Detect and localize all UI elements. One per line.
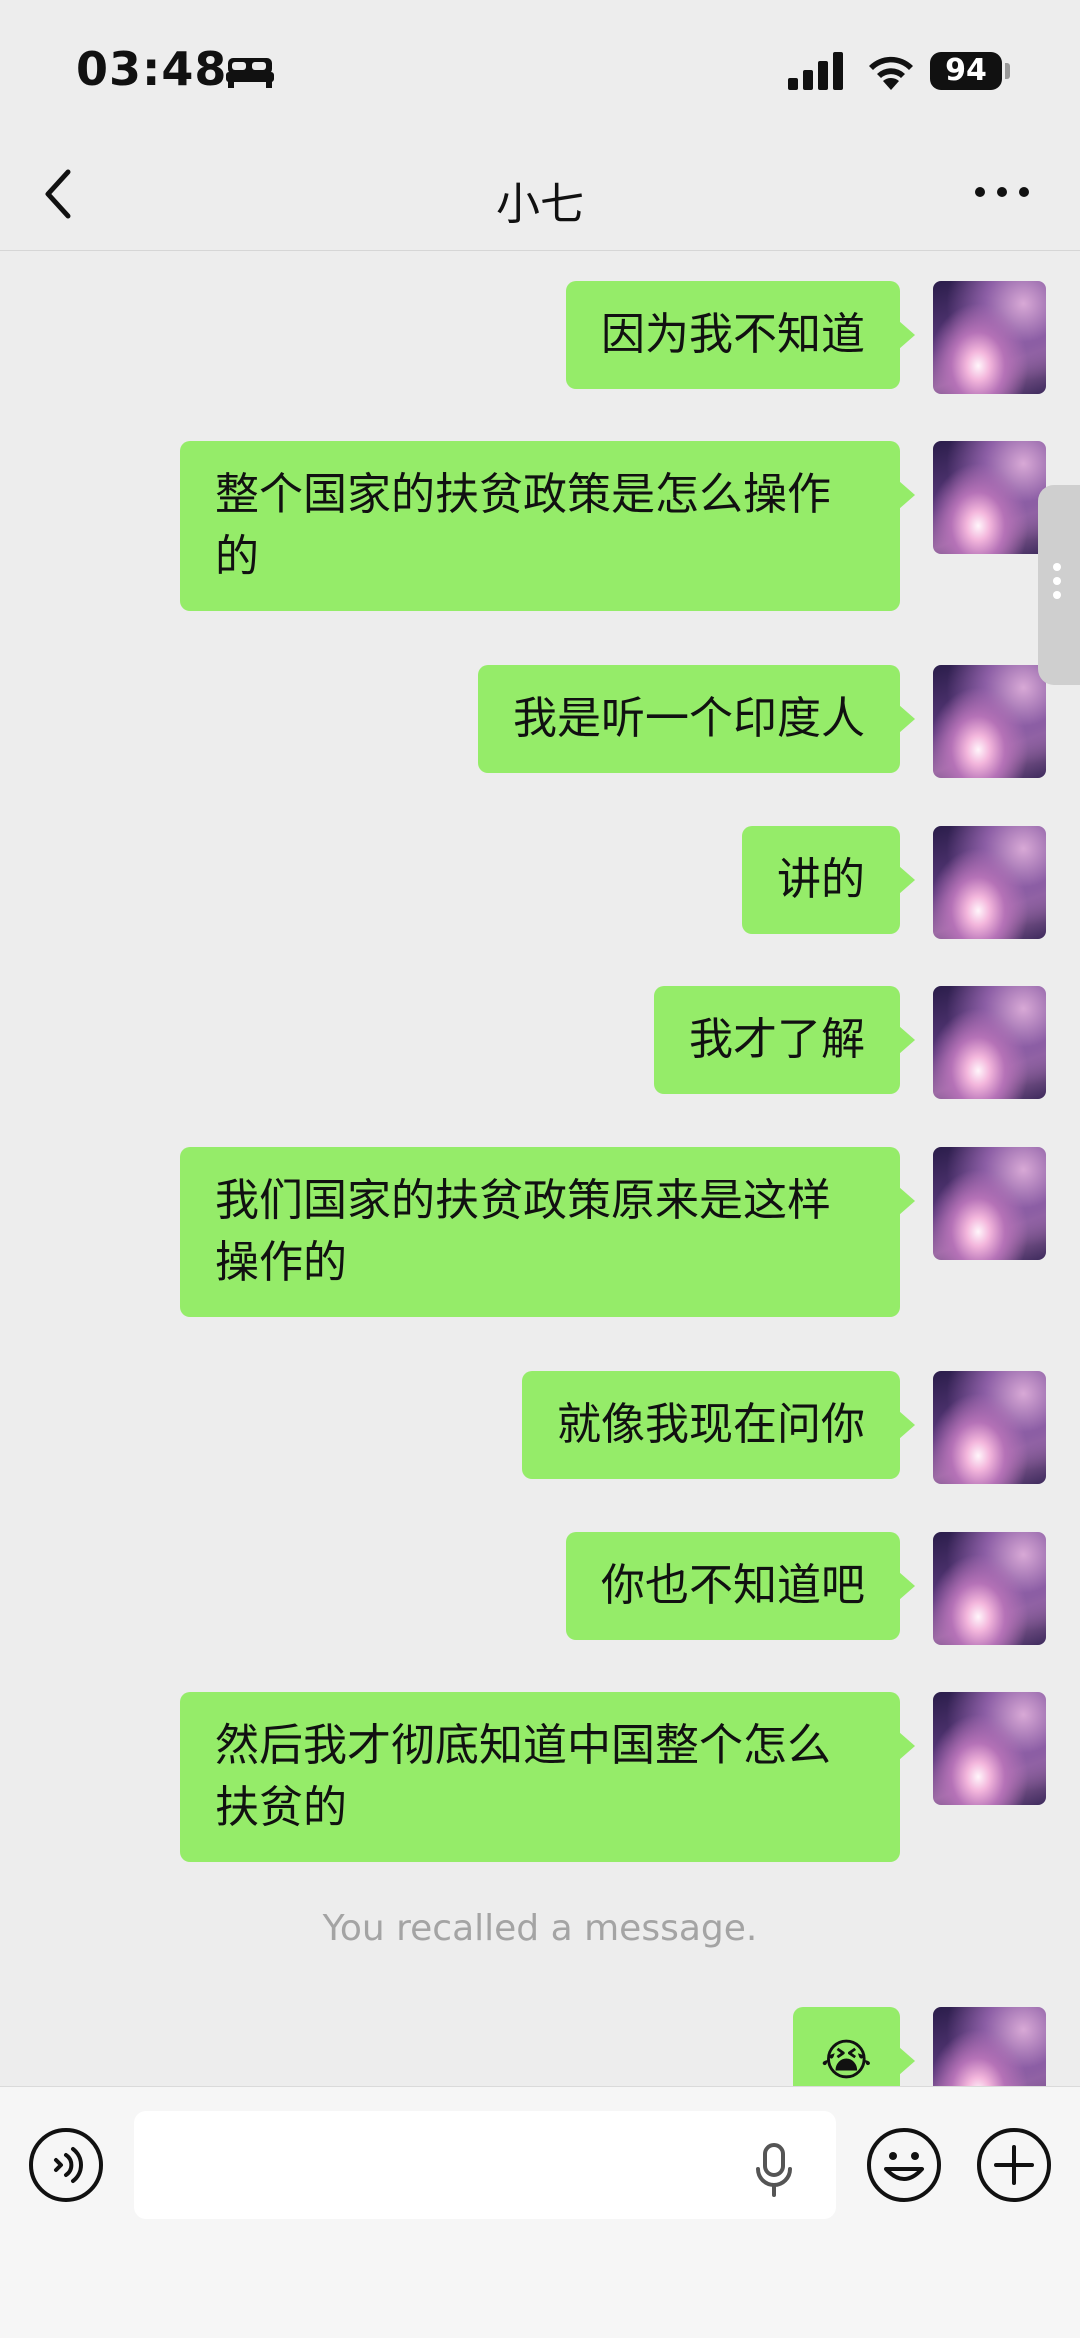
message-bubble[interactable]: 就像我现在问你 bbox=[522, 1371, 915, 1479]
message-bubble[interactable]: 然后我才彻底知道中国整个怎么扶贫的 bbox=[180, 1692, 915, 1862]
battery-tip bbox=[1005, 63, 1010, 79]
more-icon[interactable] bbox=[972, 180, 1032, 204]
status-bar: 03:48 94 bbox=[0, 0, 1080, 140]
scroll-handle[interactable] bbox=[1038, 485, 1080, 685]
battery-indicator: 94 bbox=[930, 52, 1002, 90]
message-input[interactable] bbox=[134, 2111, 836, 2219]
avatar[interactable] bbox=[933, 986, 1046, 1099]
avatar[interactable] bbox=[933, 826, 1046, 939]
signal-icon bbox=[788, 52, 843, 90]
wifi-icon bbox=[869, 56, 913, 90]
bed-icon bbox=[226, 58, 274, 88]
message-bubble[interactable]: 我们国家的扶贫政策原来是这样操作的 bbox=[180, 1147, 915, 1317]
message-bubble[interactable]: 整个国家的扶贫政策是怎么操作的 bbox=[180, 441, 915, 611]
nav-bar: 小七 bbox=[0, 140, 1080, 251]
emoji-icon[interactable] bbox=[866, 2127, 942, 2203]
voice-icon[interactable] bbox=[28, 2127, 104, 2203]
avatar[interactable] bbox=[933, 281, 1046, 394]
plus-icon[interactable] bbox=[976, 2127, 1052, 2203]
avatar[interactable] bbox=[933, 1532, 1046, 1645]
message-bubble[interactable]: 你也不知道吧 bbox=[566, 1532, 915, 1640]
chat-title: 小七 bbox=[496, 179, 584, 230]
status-time: 03:48 bbox=[76, 42, 228, 96]
recall-notice: You recalled a message. bbox=[322, 1908, 758, 1949]
message-bubble[interactable]: 我是听一个印度人 bbox=[478, 665, 915, 773]
avatar[interactable] bbox=[933, 1371, 1046, 1484]
message-bubble[interactable]: 我才了解 bbox=[654, 986, 915, 1094]
avatar[interactable] bbox=[933, 1692, 1046, 1805]
avatar[interactable] bbox=[933, 1147, 1046, 1260]
message-bubble[interactable]: 讲的 bbox=[742, 826, 915, 934]
message-bubble[interactable]: 因为我不知道 bbox=[566, 281, 915, 389]
mic-icon[interactable] bbox=[752, 2141, 796, 2201]
input-bar bbox=[0, 2086, 1080, 2338]
avatar[interactable] bbox=[933, 665, 1046, 778]
avatar[interactable] bbox=[933, 441, 1046, 554]
